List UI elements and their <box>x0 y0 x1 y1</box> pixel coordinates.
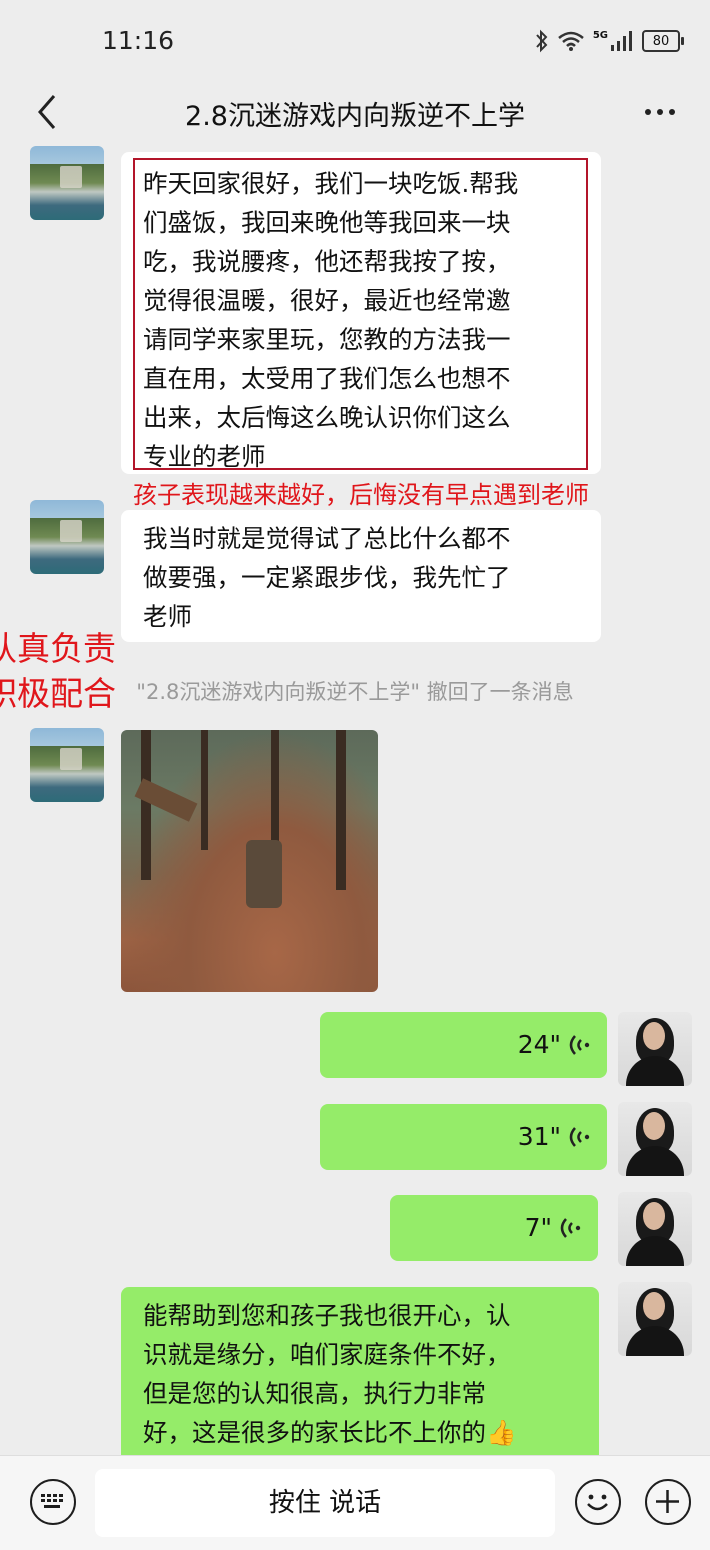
outgoing-message-bubble[interactable]: 能帮助到您和孩子我也很开心，认 识就是缘分，咱们家庭条件不好， 但是您的认知很高… <box>121 1287 599 1462</box>
message-text-line: 但是您的认知很高，执行力非常 <box>143 1379 486 1408</box>
highlight-box <box>133 158 588 470</box>
image-message[interactable] <box>121 730 378 992</box>
annotation-side-line: 认真负责 <box>0 629 116 668</box>
message-text-line: 老师 <box>143 602 192 631</box>
contact-avatar[interactable] <box>30 728 104 802</box>
recall-notice: "2.8沉迷游戏内向叛逆不上学" 撤回了一条消息 <box>136 680 574 704</box>
incoming-message-bubble[interactable]: 我当时就是觉得试了总比什么都不 做要强，一定紧跟步伐，我先忙了 老师 <box>121 510 601 642</box>
wifi-icon <box>558 31 584 51</box>
signal-icon <box>611 31 632 51</box>
network-type-label: 5G <box>592 29 608 41</box>
chat-title: 2.8沉迷游戏内向叛逆不上学 <box>185 101 525 132</box>
voice-wave-icon <box>560 1218 581 1238</box>
message-text-line: 好，这是很多的家长比不上你的👍 <box>143 1418 517 1447</box>
user-avatar[interactable] <box>618 1012 692 1086</box>
voice-duration: 7" <box>524 1213 552 1242</box>
more-dots-icon <box>645 109 675 115</box>
chat-header: 2.8沉迷游戏内向叛逆不上学 <box>0 80 710 144</box>
voice-wave-icon <box>569 1127 590 1147</box>
battery-level: 80 <box>652 33 670 49</box>
bluetooth-icon <box>536 29 548 53</box>
input-bar: 按住 说话 <box>0 1455 710 1550</box>
message-text-line: 做要强，一定紧跟步伐，我先忙了 <box>143 563 511 592</box>
contact-avatar[interactable] <box>30 500 104 574</box>
keyboard-icon <box>41 1494 63 1508</box>
user-avatar[interactable] <box>618 1282 692 1356</box>
message-text-line: 识就是缘分，咱们家庭条件不好， <box>143 1340 511 1369</box>
more-functions-button[interactable] <box>645 1479 691 1525</box>
emoji-icon <box>587 1494 608 1511</box>
status-time: 11:16 <box>102 26 175 55</box>
plus-icon <box>656 1490 679 1513</box>
voice-message-bubble[interactable]: 24" <box>320 1012 607 1078</box>
message-text-line: 能帮助到您和孩子我也很开心，认 <box>143 1301 511 1330</box>
user-avatar[interactable] <box>618 1192 692 1266</box>
emoji-button[interactable] <box>575 1479 621 1525</box>
user-avatar[interactable] <box>618 1102 692 1176</box>
more-options-button[interactable] <box>640 92 680 132</box>
voice-wave-icon <box>569 1035 590 1055</box>
message-text-line: 我当时就是觉得试了总比什么都不 <box>143 524 511 553</box>
voice-duration: 31" <box>517 1122 561 1151</box>
keyboard-toggle-button[interactable] <box>30 1479 76 1525</box>
status-icons: 5G 80 <box>535 26 684 56</box>
voice-duration: 24" <box>517 1030 561 1059</box>
voice-message-bubble[interactable]: 7" <box>390 1195 598 1261</box>
voice-message-bubble[interactable]: 31" <box>320 1104 607 1170</box>
hold-to-talk-button[interactable]: 按住 说话 <box>95 1469 555 1537</box>
battery-icon: 80 <box>642 30 684 52</box>
annotation-caption: 孩子表现越来越好，后悔没有早点遇到老师 <box>133 481 589 509</box>
status-bar: 11:16 5G 80 <box>0 0 710 80</box>
contact-avatar[interactable] <box>30 146 104 220</box>
